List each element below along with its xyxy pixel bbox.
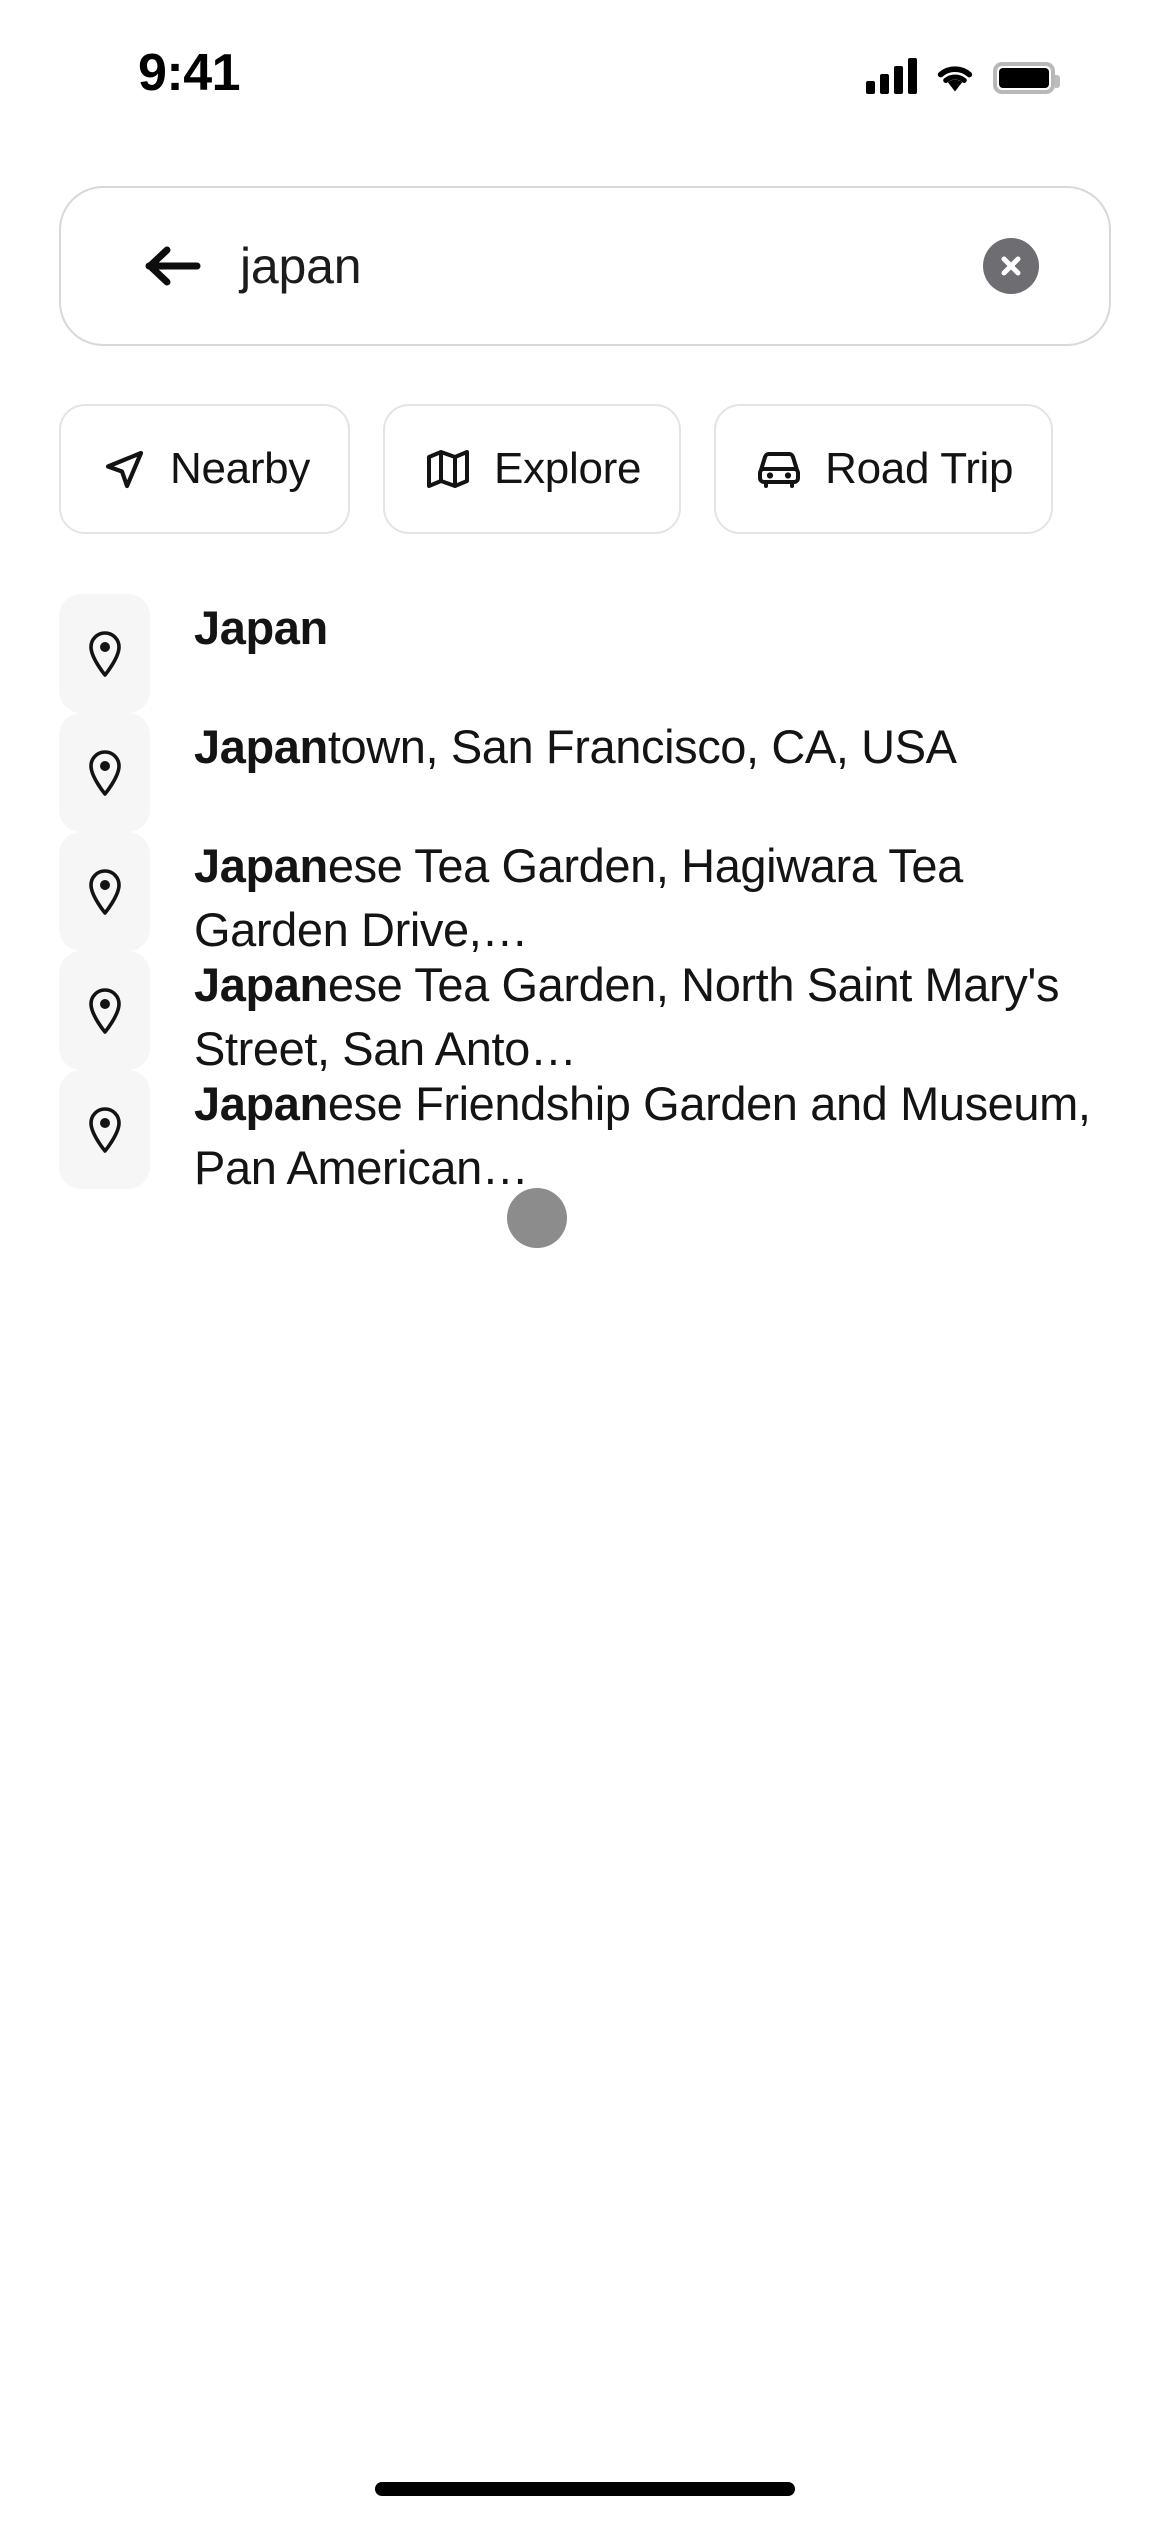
app-screen: 9:41 japan Nearby Explore Road Trip Japa…: [0, 0, 1170, 2532]
status-bar-time: 9:41: [138, 44, 241, 102]
map-pin-icon: [59, 832, 150, 951]
table-row[interactable]: Japanese Tea Garden, Hagiwara Tea Garden…: [59, 832, 1111, 956]
status-bar-indicators: [866, 52, 1060, 94]
map-pin-icon: [59, 1070, 150, 1189]
chip-road-trip[interactable]: Road Trip: [714, 404, 1054, 534]
chip-explore[interactable]: Explore: [383, 404, 682, 534]
result-highlight: Japan: [194, 720, 328, 773]
table-row[interactable]: Japan: [59, 594, 1111, 713]
chip-nearby[interactable]: Nearby: [59, 404, 351, 534]
chip-explore-label: Explore: [494, 444, 642, 493]
result-highlight: Japan: [194, 601, 328, 654]
wifi-icon: [933, 60, 977, 94]
cellular-signal-icon: [866, 58, 917, 94]
result-label: Japanese Tea Garden, Hagiwara Tea Garden…: [194, 832, 1111, 962]
home-indicator[interactable]: [375, 2482, 795, 2496]
result-rest: ese Friendship Garden and Museum, Pan Am…: [194, 1077, 1091, 1194]
table-row[interactable]: Japanese Tea Garden, North Saint Mary's …: [59, 951, 1111, 1075]
back-arrow-icon[interactable]: [145, 244, 203, 288]
map-pin-icon: [59, 713, 150, 832]
result-label: Japanese Friendship Garden and Museum, P…: [194, 1070, 1111, 1200]
search-input[interactable]: japan: [240, 237, 983, 295]
search-bar[interactable]: japan: [59, 186, 1111, 346]
table-row[interactable]: Japantown, San Francisco, CA, USA: [59, 713, 1111, 832]
status-bar: 9:41: [0, 0, 1170, 120]
result-label: Japanese Tea Garden, North Saint Mary's …: [194, 951, 1111, 1081]
folded-map-icon: [423, 444, 473, 494]
clear-circle-x-icon[interactable]: [983, 238, 1039, 294]
map-pin-icon: [59, 951, 150, 1070]
table-row[interactable]: Japanese Friendship Garden and Museum, P…: [59, 1070, 1111, 1194]
touch-cursor: [507, 1188, 567, 1248]
chip-nearby-label: Nearby: [170, 444, 311, 493]
result-highlight: Japan: [194, 958, 328, 1011]
filter-chips: Nearby Explore Road Trip: [59, 404, 1054, 534]
result-label: Japan: [194, 594, 1111, 660]
result-rest: town, San Francisco, CA, USA: [327, 720, 957, 773]
chip-road-trip-label: Road Trip: [825, 444, 1014, 493]
map-pin-icon: [59, 594, 150, 713]
navigation-arrow-icon: [99, 444, 149, 494]
search-results-list: Japan Japantown, San Francisco, CA, USA: [59, 594, 1111, 1194]
battery-full-icon: [993, 62, 1060, 94]
result-highlight: Japan: [194, 839, 328, 892]
car-front-icon: [754, 444, 804, 494]
result-highlight: Japan: [194, 1077, 328, 1130]
result-label: Japantown, San Francisco, CA, USA: [194, 713, 1111, 779]
